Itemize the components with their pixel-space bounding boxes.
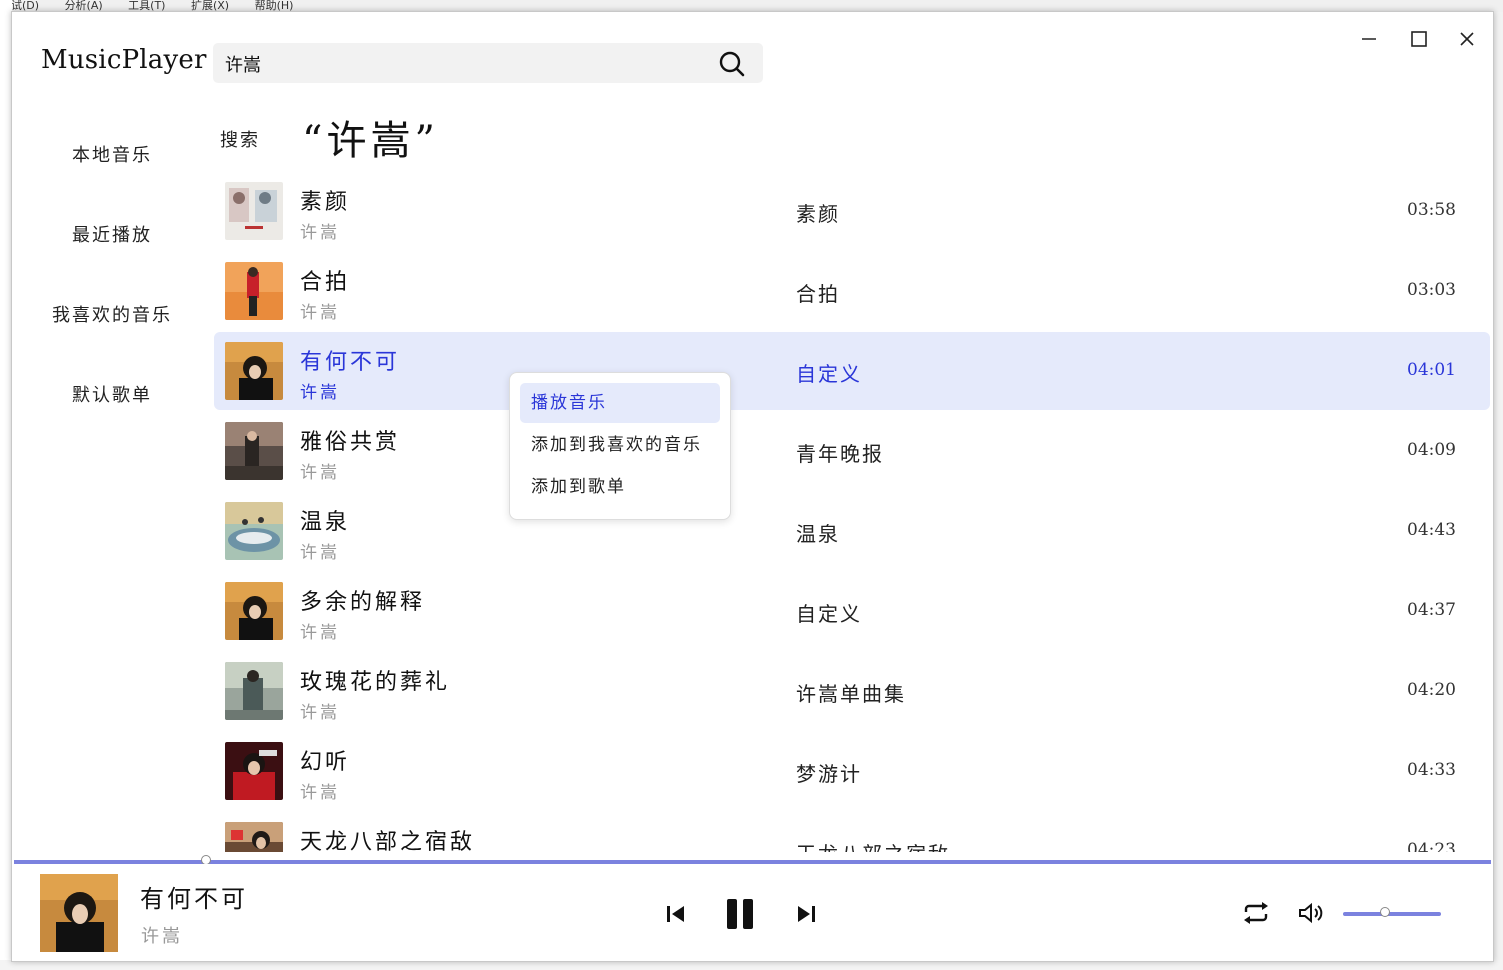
song-artist: 许嵩: [300, 223, 340, 243]
song-list: 素颜 许嵩 素颜 03:58 合拍 许嵩 合拍 03:03 有何不可 许嵩 自定…: [214, 172, 1490, 852]
song-title: 天龙八部之宿敌: [300, 830, 476, 852]
song-duration: 04:23: [1407, 840, 1456, 852]
close-icon: [1460, 32, 1474, 46]
song-album: 天龙八部之宿敌: [796, 838, 950, 852]
song-duration: 04:01: [1407, 360, 1456, 380]
search-results-prefix: 搜索: [220, 130, 260, 151]
song-album: 梦游计: [796, 762, 862, 786]
maximize-button[interactable]: [1404, 26, 1434, 52]
song-artist: 许嵩: [300, 463, 340, 483]
song-artist: 许嵩: [300, 703, 340, 723]
album-cover: [225, 182, 283, 240]
song-title: 多余的解释: [300, 590, 426, 615]
skip-next-icon: [798, 906, 815, 922]
song-title: 雅俗共赏: [300, 430, 401, 455]
menu-item-play[interactable]: 播放音乐: [520, 383, 720, 423]
volume-slider[interactable]: [1343, 907, 1441, 917]
song-album: 许嵩单曲集: [796, 682, 906, 706]
minimize-icon: [1362, 38, 1376, 40]
song-album: 温泉: [796, 522, 840, 546]
music-player-window: MusicPlayer 本地音乐 最近播放 我喜欢的音乐 默认歌单 搜索 “许嵩…: [11, 11, 1494, 962]
menu-item-add-to-favorites[interactable]: 添加到我喜欢的音乐: [520, 425, 720, 465]
album-cover: [225, 582, 283, 640]
minimize-button[interactable]: [1354, 26, 1384, 52]
song-artist: 许嵩: [300, 623, 340, 643]
sidebar-item-default-playlist[interactable]: 默认歌单: [32, 381, 192, 407]
album-cover: [225, 822, 283, 852]
song-title: 温泉: [300, 510, 351, 535]
song-title: 素颜: [300, 190, 351, 215]
volume-handle[interactable]: [1380, 907, 1391, 917]
now-playing-title: 有何不可: [140, 885, 248, 913]
song-artist: 许嵩: [300, 543, 340, 563]
song-duration: 04:09: [1407, 440, 1456, 460]
song-row-selected[interactable]: 有何不可 许嵩 自定义 04:01: [214, 332, 1490, 410]
song-album: 青年晚报: [796, 442, 884, 466]
song-duration: 03:58: [1407, 200, 1456, 220]
song-artist: 许嵩: [300, 303, 340, 323]
repeat-icon: [1244, 902, 1268, 924]
album-cover: [225, 262, 283, 320]
sidebar-item-favorites[interactable]: 我喜欢的音乐: [32, 301, 192, 327]
close-button[interactable]: [1452, 26, 1482, 52]
volume-icon: [1299, 902, 1323, 924]
volume-button[interactable]: [1296, 898, 1326, 928]
song-album: 自定义: [796, 362, 862, 386]
song-duration: 04:37: [1407, 600, 1456, 620]
song-album: 合拍: [796, 282, 840, 306]
search-icon: [719, 51, 745, 77]
menu-item-add-to-playlist[interactable]: 添加到歌单: [520, 467, 720, 507]
song-album: 自定义: [796, 602, 862, 626]
song-duration: 04:43: [1407, 520, 1456, 540]
album-cover: [225, 502, 283, 560]
song-row[interactable]: 多余的解释 许嵩 自定义 04:37: [214, 572, 1490, 650]
song-title: 有何不可: [300, 350, 401, 375]
search-results-query: “许嵩”: [302, 118, 439, 164]
song-title: 玫瑰花的葬礼: [300, 670, 451, 695]
song-artist: 许嵩: [300, 783, 340, 803]
maximize-icon: [1411, 31, 1427, 47]
song-row[interactable]: 天龙八部之宿敌 许嵩 天龙八部之宿敌 04:23: [214, 812, 1490, 852]
album-cover: [225, 342, 283, 400]
sidebar-item-local-music[interactable]: 本地音乐: [32, 141, 192, 167]
player-bar: 有何不可 许嵩: [12, 864, 1493, 961]
song-duration: 04:20: [1407, 680, 1456, 700]
search-input[interactable]: [223, 43, 707, 85]
context-menu: 播放音乐 添加到我喜欢的音乐 添加到歌单: [509, 372, 731, 520]
album-cover: [225, 662, 283, 720]
now-playing-artist: 许嵩: [141, 926, 183, 947]
song-row[interactable]: 玫瑰花的葬礼 许嵩 许嵩单曲集 04:20: [214, 652, 1490, 730]
song-row[interactable]: 幻听 许嵩 梦游计 04:33: [214, 732, 1490, 810]
album-cover: [225, 742, 283, 800]
now-playing-cover: [40, 874, 118, 952]
song-title: 合拍: [300, 270, 351, 295]
pause-icon: [727, 899, 753, 929]
song-row[interactable]: 素颜 许嵩 素颜 03:58: [214, 172, 1490, 250]
song-duration: 04:33: [1407, 760, 1456, 780]
song-duration: 03:03: [1407, 280, 1456, 300]
search-button[interactable]: [717, 49, 747, 79]
album-cover: [225, 422, 283, 480]
skip-previous-icon: [667, 906, 684, 922]
song-row[interactable]: 合拍 许嵩 合拍 03:03: [214, 252, 1490, 330]
search-bar: [213, 43, 763, 85]
repeat-button[interactable]: [1240, 898, 1272, 928]
song-row[interactable]: 温泉 许嵩 温泉 04:43: [214, 492, 1490, 570]
song-artist: 许嵩: [300, 383, 340, 403]
app-logo: MusicPlayer: [41, 45, 207, 75]
previous-button[interactable]: [662, 900, 690, 928]
pause-button[interactable]: [720, 894, 760, 934]
sidebar-item-recent[interactable]: 最近播放: [32, 221, 192, 247]
next-button[interactable]: [792, 900, 820, 928]
song-title: 幻听: [300, 750, 351, 775]
song-row[interactable]: 雅俗共赏 许嵩 青年晚报 04:09: [214, 412, 1490, 490]
song-album: 素颜: [796, 202, 840, 226]
